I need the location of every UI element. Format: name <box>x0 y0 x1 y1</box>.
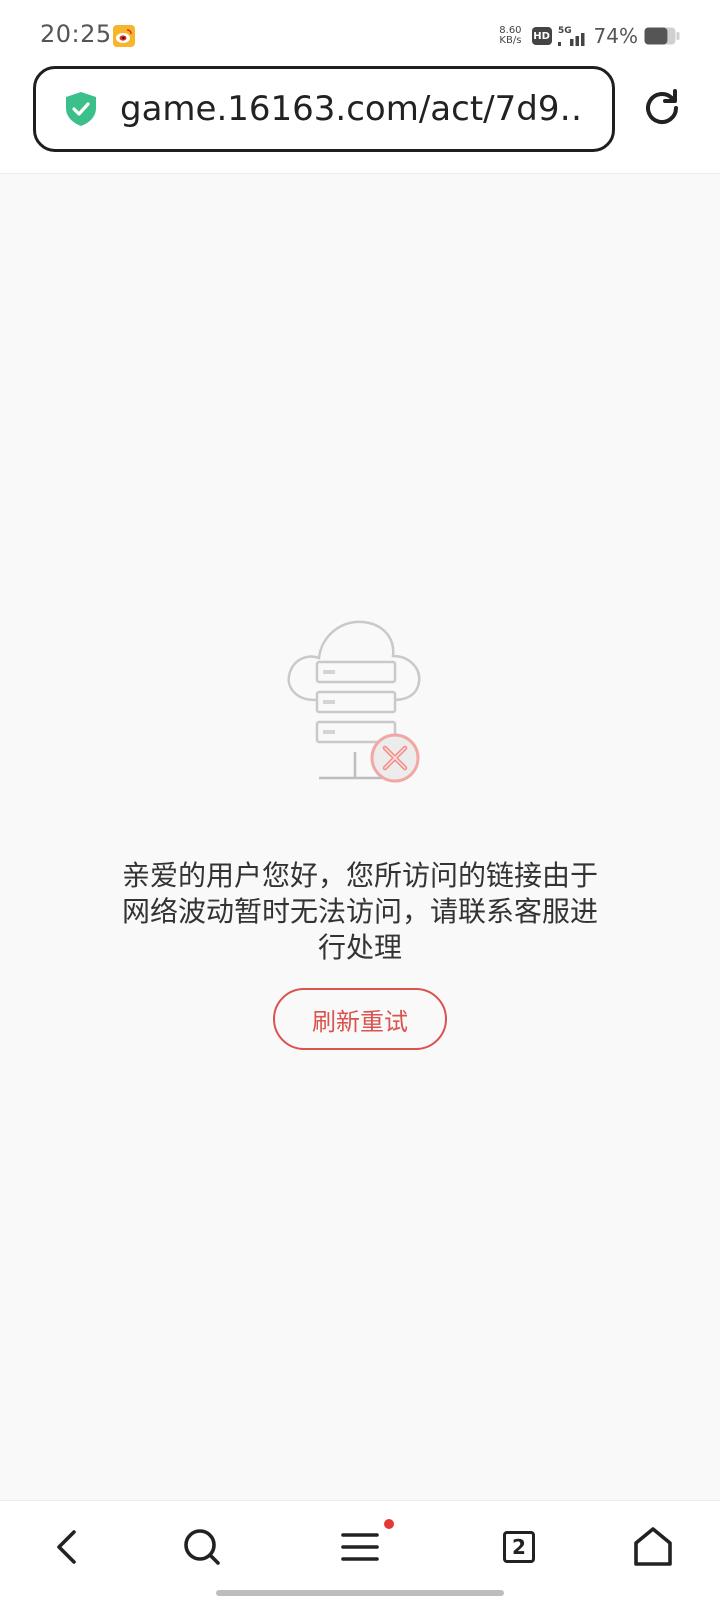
reload-icon[interactable] <box>640 86 684 130</box>
shield-check-icon <box>66 92 96 126</box>
search-button[interactable] <box>178 1523 226 1571</box>
menu-icon <box>341 1533 379 1561</box>
home-button[interactable] <box>629 1523 677 1571</box>
signal-icon: 5G <box>557 26 585 46</box>
home-indicator[interactable] <box>216 1590 504 1596</box>
address-bar[interactable]: game.16163.com/act/7d9… <box>33 66 615 152</box>
back-button[interactable] <box>43 1523 91 1571</box>
weibo-icon <box>113 25 135 47</box>
notification-dot <box>384 1519 394 1529</box>
battery-icon <box>644 27 680 45</box>
status-bar: 20:25 8.60 KB/s HD 5G 74% <box>0 0 720 66</box>
status-indicators: 8.60 KB/s HD 5G 74% <box>499 22 680 50</box>
network-speed: 8.60 KB/s <box>499 26 521 46</box>
error-message: 亲爱的用户您好，您所访问的链接由于网络波动暂时无法访问，请联系客服进行处理 <box>121 859 598 964</box>
hd-icon: HD <box>531 27 552 45</box>
search-icon <box>184 1529 220 1565</box>
server-cloud-error-icon <box>287 620 421 783</box>
menu-button[interactable] <box>336 1523 384 1571</box>
battery-percent: 74% <box>593 24 638 48</box>
status-time: 20:25 <box>40 20 112 48</box>
address-bar-area: game.16163.com/act/7d9… <box>0 66 720 174</box>
network-type-label: 5G <box>558 26 572 36</box>
tabs-icon: 2 <box>503 1531 535 1563</box>
url-text[interactable]: game.16163.com/act/7d9… <box>120 89 580 129</box>
back-icon <box>57 1530 76 1564</box>
home-icon <box>634 1527 672 1566</box>
network-speed-unit: KB/s <box>499 35 522 46</box>
retry-button[interactable]: 刷新重试 <box>273 988 447 1050</box>
tabs-button[interactable]: 2 <box>495 1523 543 1571</box>
bottom-navigation: 2 <box>0 1500 720 1600</box>
